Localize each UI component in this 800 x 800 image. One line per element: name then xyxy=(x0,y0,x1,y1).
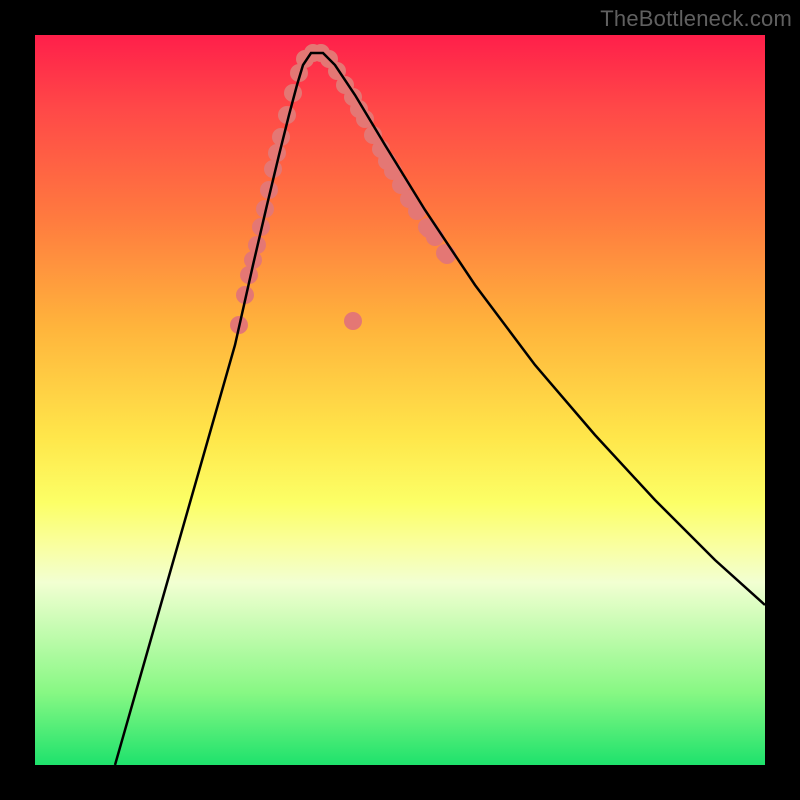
plot-area xyxy=(35,35,765,765)
watermark-text: TheBottleneck.com xyxy=(600,6,792,32)
bottleneck-curve xyxy=(115,53,765,765)
data-marker xyxy=(426,228,444,246)
curve-layer xyxy=(35,35,765,765)
data-marker xyxy=(344,312,362,330)
data-marker xyxy=(408,202,426,220)
chart-frame: TheBottleneck.com xyxy=(0,0,800,800)
data-marker xyxy=(438,246,456,264)
